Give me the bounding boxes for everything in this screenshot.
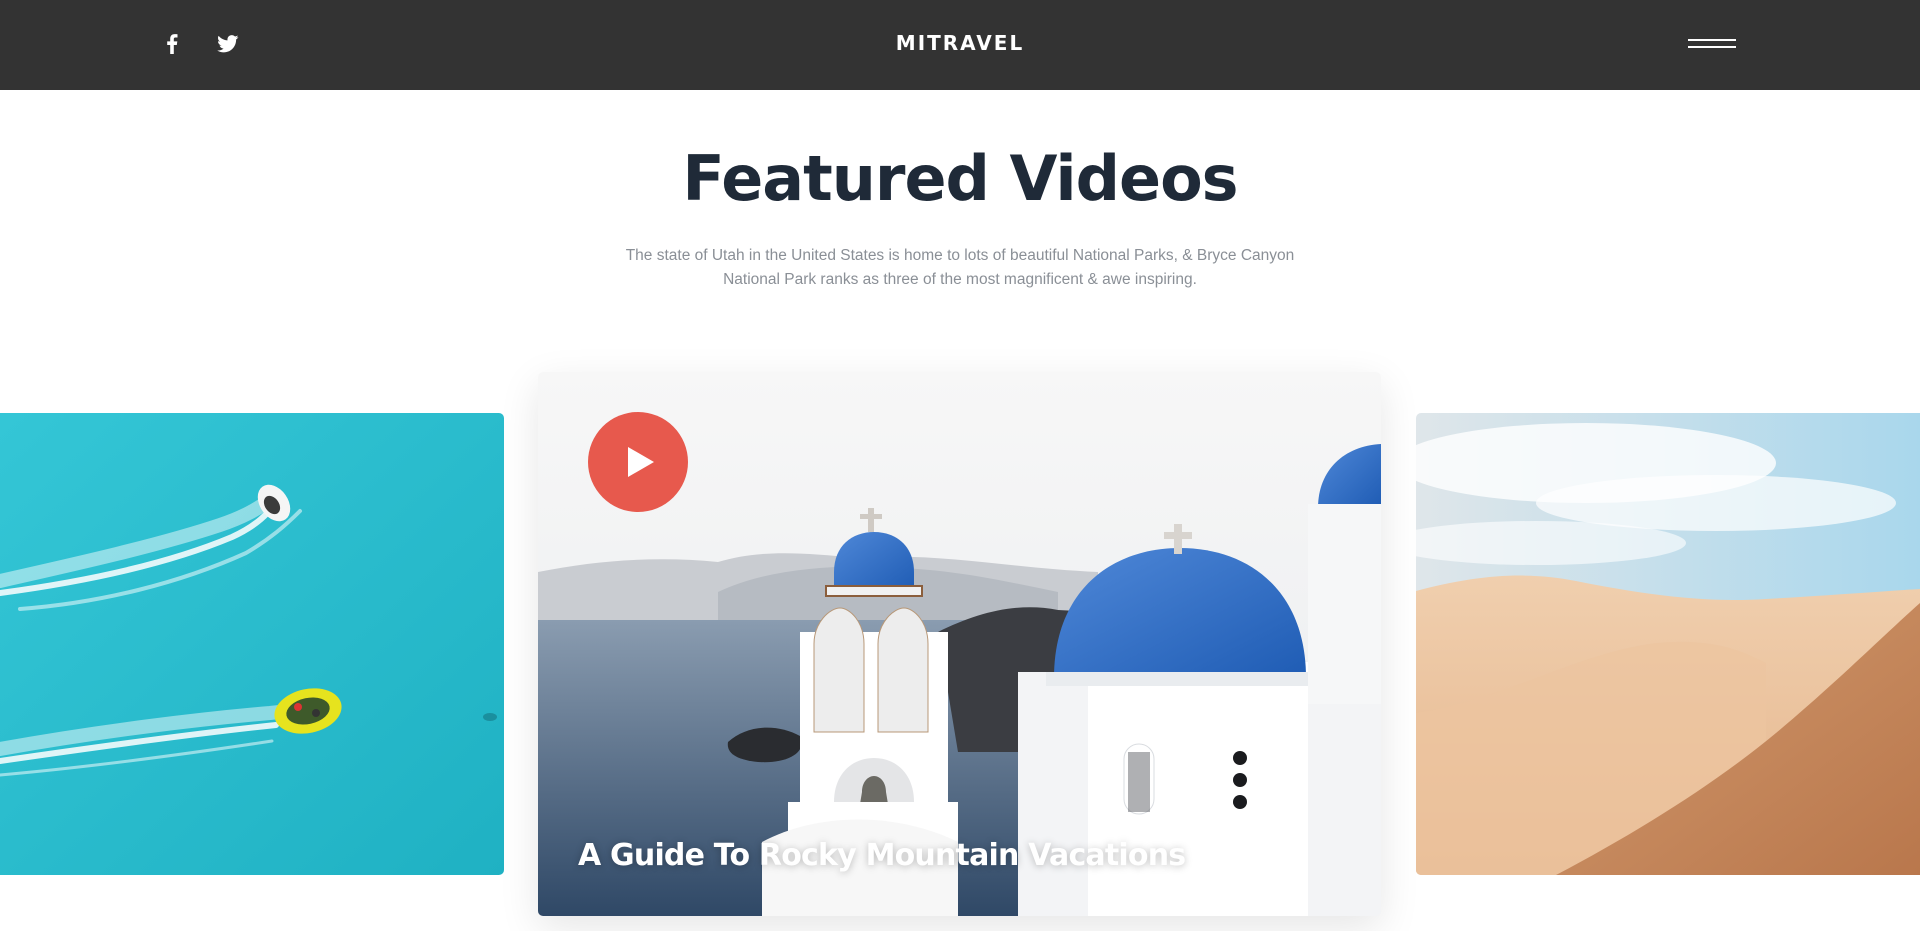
video-thumbnail-desert <box>1416 413 1920 875</box>
hamburger-menu-icon[interactable] <box>1682 34 1738 56</box>
top-navbar: MITRAVEL <box>0 0 1920 90</box>
menu-line <box>1688 46 1736 48</box>
video-card-left[interactable] <box>0 413 504 875</box>
featured-video-card[interactable]: A Guide To Rocky Mountain Vacations <box>538 372 1381 916</box>
section-subtitle: The state of Utah in the United States i… <box>625 247 1295 288</box>
section-title: Featured Videos <box>682 142 1238 215</box>
site-brand-logo[interactable]: MITRAVEL <box>0 31 1920 55</box>
menu-line <box>1688 39 1736 41</box>
featured-video-title[interactable]: A Guide To Rocky Mountain Vacations <box>578 838 1186 873</box>
video-thumbnail-sea <box>0 413 504 875</box>
video-card-right[interactable] <box>1416 413 1920 875</box>
play-button[interactable] <box>588 412 688 512</box>
play-icon <box>628 447 654 477</box>
